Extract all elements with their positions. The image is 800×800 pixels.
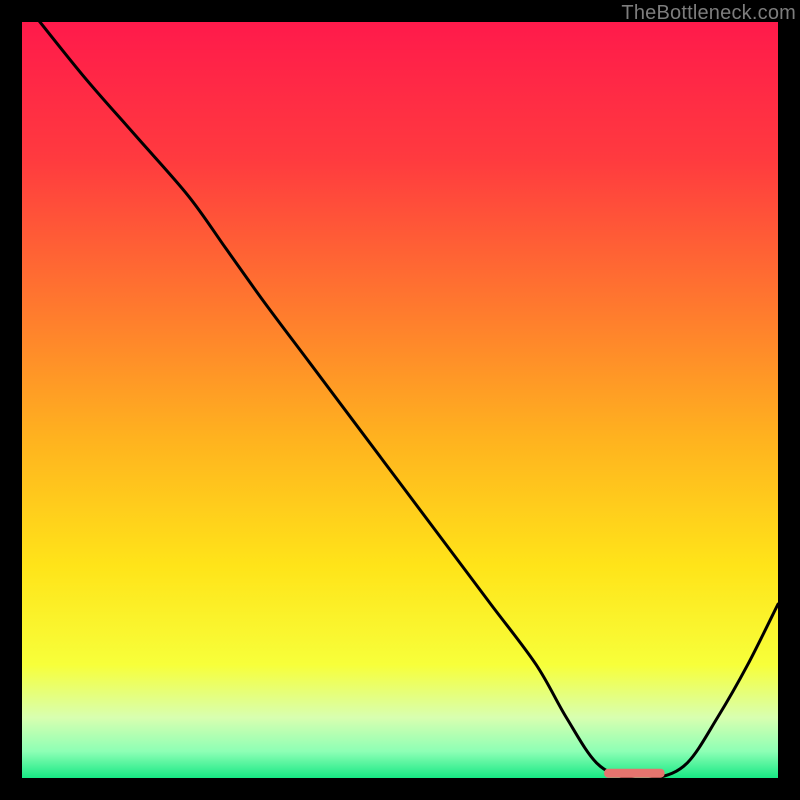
optimum-marker xyxy=(604,769,664,778)
bottleneck-plot xyxy=(22,22,778,778)
attribution-label: TheBottleneck.com xyxy=(621,2,796,25)
chart-frame xyxy=(22,22,778,778)
